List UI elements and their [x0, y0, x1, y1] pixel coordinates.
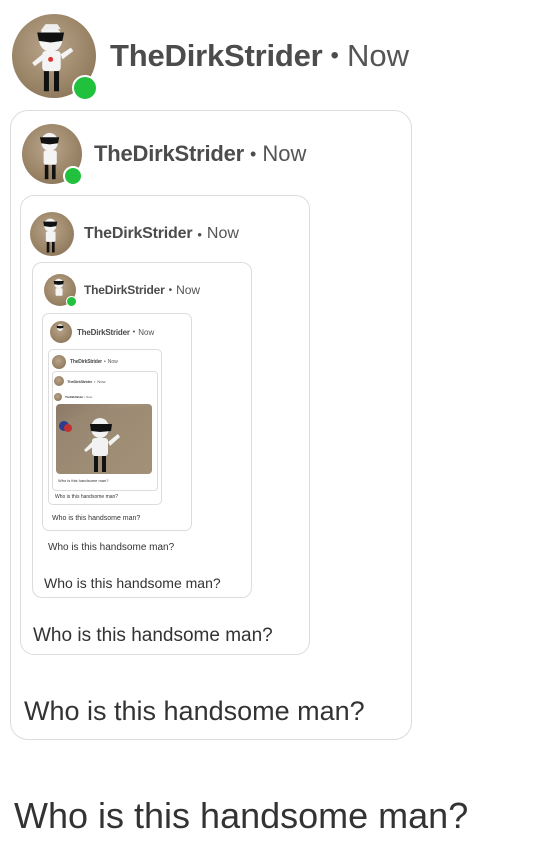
avatar-character-icon — [43, 218, 58, 253]
dot-separator: • — [197, 226, 202, 242]
post-caption: Who is this handsome man? — [24, 696, 365, 726]
avatar — [44, 274, 77, 308]
username: TheDirkStrider — [67, 378, 92, 384]
dot-separator: • — [94, 378, 96, 384]
quoted-post-header: TheDirkStrider • Now — [22, 124, 307, 187]
username[interactable]: TheDirkStrider — [110, 38, 323, 74]
timestamp: Now — [107, 359, 118, 365]
timestamp: Now — [346, 38, 409, 73]
timestamp: Now — [262, 141, 307, 166]
timestamp: Now — [86, 395, 93, 399]
username: TheDirkStrider — [70, 359, 102, 365]
username: TheDirkStrider — [84, 225, 193, 242]
post-caption: Who is this handsome man? — [44, 575, 221, 591]
online-status-indicator — [71, 75, 98, 102]
username: TheDirkStrider — [77, 327, 130, 337]
post-caption: Who is this handsome man? — [48, 542, 175, 553]
post-photo[interactable] — [56, 404, 152, 474]
quoted-post-header: TheDirkStrider • Now — [50, 321, 154, 343]
post-caption: Who is this handsome man? — [33, 625, 273, 646]
dot-separator: • — [330, 42, 339, 69]
online-status-indicator — [65, 296, 77, 308]
dot-separator: • — [168, 284, 173, 296]
username: TheDirkStrider — [84, 283, 165, 297]
avatar[interactable] — [12, 14, 98, 102]
dot-separator: • — [84, 395, 86, 399]
character-photo — [56, 404, 152, 474]
username: TheDirkStrider — [94, 141, 245, 166]
avatar — [52, 355, 66, 369]
avatar — [50, 321, 72, 343]
avatar — [54, 376, 64, 386]
timestamp: Now — [97, 378, 106, 384]
quoted-post-header: TheDirkStrider • Now — [30, 212, 239, 256]
avatar — [54, 393, 62, 401]
post-caption: Who is this handsome man? — [14, 795, 469, 836]
post-caption: Who is this handsome man? — [55, 494, 119, 500]
post-caption: Who is this handsome man? — [52, 515, 141, 522]
post-caption: Who is this handsome man? — [58, 478, 109, 483]
quoted-post-header: TheDirkStrider • Now — [54, 376, 105, 386]
timestamp: Now — [138, 327, 155, 337]
dot-separator: • — [132, 328, 136, 336]
avatar — [22, 124, 84, 187]
quoted-post-header: TheDirkStrider • Now — [54, 393, 92, 401]
quoted-post-header: TheDirkStrider • Now — [44, 274, 201, 308]
timestamp: Now — [176, 283, 201, 297]
quoted-post-header: TheDirkStrider • Now — [52, 355, 118, 369]
dot-separator: • — [103, 359, 106, 365]
avatar-character-icon — [56, 324, 64, 331]
username: TheDirkStrider — [65, 395, 84, 399]
post-header: TheDirkStrider • Now — [12, 14, 409, 102]
timestamp: Now — [206, 225, 239, 242]
dot-separator: • — [250, 143, 257, 164]
avatar — [30, 212, 74, 256]
